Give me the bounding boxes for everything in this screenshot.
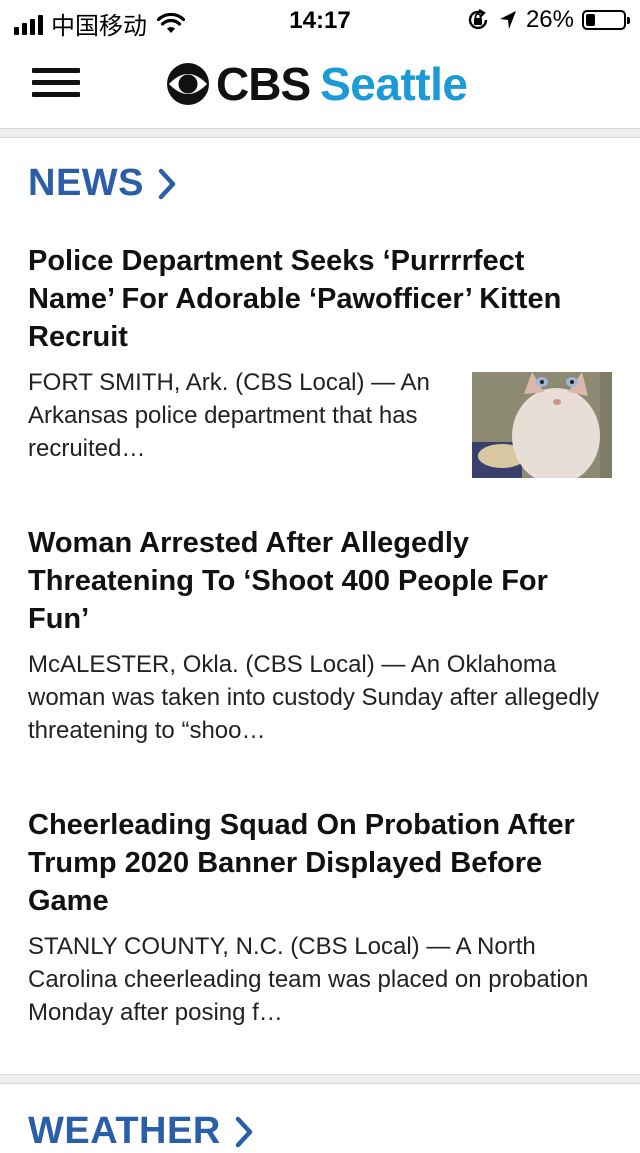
hamburger-menu-icon[interactable]	[32, 68, 80, 98]
article-headline[interactable]: Woman Arrested After Allegedly Threateni…	[28, 524, 612, 638]
news-article[interactable]: Police Department Seeks ‘Purrrrfect Name…	[28, 242, 612, 478]
battery-icon	[582, 10, 630, 30]
news-section-header[interactable]: NEWS	[28, 162, 176, 205]
kitten-image	[472, 372, 612, 478]
news-article[interactable]: Cheerleading Squad On Probation After Tr…	[28, 806, 612, 1029]
article-headline[interactable]: Police Department Seeks ‘Purrrrfect Name…	[28, 242, 612, 356]
article-headline[interactable]: Cheerleading Squad On Probation After Tr…	[28, 806, 612, 920]
battery-level	[586, 14, 595, 26]
weather-section-title: WEATHER	[28, 1110, 221, 1152]
chevron-right-icon	[235, 1116, 253, 1147]
article-summary: FORT SMITH, Ark. (CBS Local) — An Arkans…	[28, 369, 430, 462]
kitten-photo[interactable]	[472, 372, 612, 478]
section-divider	[0, 1074, 640, 1084]
logo-brand: CBS	[216, 58, 311, 110]
article-summary: McALESTER, Okla. (CBS Local) — An Oklaho…	[28, 651, 599, 744]
news-section-title: NEWS	[28, 162, 144, 204]
location-arrow-icon	[499, 11, 516, 29]
cbs-eye-icon	[167, 63, 209, 105]
app-header: CBS Seattle	[0, 40, 640, 128]
cbs-seattle-logo[interactable]: CBS Seattle	[166, 58, 468, 110]
status-bar: 中国移动 14:17 26%	[0, 0, 640, 40]
status-right: 26%	[466, 6, 630, 34]
section-divider	[0, 128, 640, 138]
logo-city: Seattle	[320, 58, 468, 110]
weather-section-header[interactable]: WEATHER	[28, 1110, 253, 1153]
orientation-lock-icon	[468, 9, 488, 30]
article-summary: STANLY COUNTY, N.C. (CBS Local) — A Nort…	[28, 933, 589, 1026]
battery-percent: 26%	[525, 6, 574, 33]
news-article[interactable]: Woman Arrested After Allegedly Threateni…	[28, 524, 612, 747]
chevron-right-icon	[158, 168, 176, 199]
